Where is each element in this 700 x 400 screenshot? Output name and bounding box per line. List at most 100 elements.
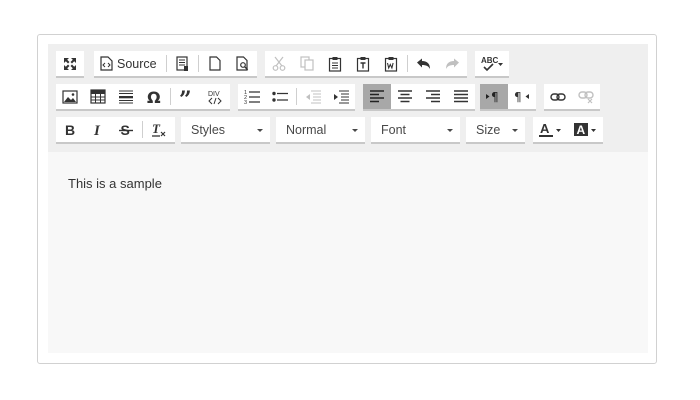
remove-format-button[interactable]: T bbox=[145, 117, 173, 142]
image-button[interactable] bbox=[56, 84, 84, 109]
align-center-button[interactable] bbox=[391, 84, 419, 109]
bold-icon: B bbox=[65, 123, 75, 137]
align-center-icon bbox=[398, 90, 412, 103]
source-button[interactable]: Source bbox=[94, 51, 164, 76]
ltr-button[interactable]: ¶ bbox=[480, 84, 508, 109]
align-right-icon bbox=[426, 90, 440, 103]
size-dropdown-label: Size bbox=[476, 122, 501, 137]
bulleted-list-button[interactable] bbox=[266, 84, 294, 109]
outdent-icon bbox=[306, 90, 321, 103]
align-left-button[interactable] bbox=[363, 84, 391, 109]
justify-button[interactable] bbox=[447, 84, 475, 109]
separator bbox=[165, 55, 167, 72]
cut-icon bbox=[272, 56, 286, 71]
svg-text:¶: ¶ bbox=[491, 90, 499, 103]
align-group bbox=[363, 84, 475, 111]
table-button[interactable] bbox=[84, 84, 112, 109]
rtl-icon: ¶ bbox=[514, 90, 529, 103]
paste-word-icon bbox=[384, 56, 398, 72]
numbered-list-icon: 1 2 3 bbox=[244, 90, 260, 104]
preview-icon bbox=[236, 56, 249, 71]
indent-button[interactable] bbox=[327, 84, 355, 109]
paste-icon bbox=[328, 56, 342, 72]
horizontal-line-icon bbox=[119, 90, 133, 103]
ltr-icon: ¶ bbox=[486, 90, 499, 103]
new-page-button[interactable] bbox=[201, 51, 229, 76]
separator bbox=[296, 88, 297, 105]
new-page-icon bbox=[209, 56, 221, 71]
div-button[interactable]: DIV bbox=[201, 84, 229, 109]
insert-group: Ω ” DIV bbox=[56, 84, 230, 111]
chevron-down-icon bbox=[257, 129, 263, 132]
separator bbox=[170, 88, 171, 105]
background-color-button[interactable]: A bbox=[568, 117, 603, 142]
special-char-button[interactable]: Ω bbox=[140, 84, 168, 109]
blockquote-icon: ” bbox=[179, 90, 192, 104]
format-dropdown-label: Normal bbox=[286, 122, 327, 137]
templates-icon bbox=[176, 55, 189, 71]
svg-text:T: T bbox=[152, 122, 161, 136]
text-color-button[interactable]: A bbox=[533, 117, 568, 142]
justify-icon bbox=[454, 90, 468, 103]
svg-text:¶: ¶ bbox=[514, 90, 522, 103]
align-right-button[interactable] bbox=[419, 84, 447, 109]
maximize-icon bbox=[64, 57, 76, 70]
font-dropdown-label: Font bbox=[381, 122, 407, 137]
svg-text:A: A bbox=[576, 123, 585, 137]
templates-button[interactable] bbox=[169, 51, 197, 76]
italic-button[interactable]: I bbox=[84, 117, 112, 142]
content-paragraph: This is a sample bbox=[68, 176, 162, 191]
svg-text:Ω: Ω bbox=[147, 89, 161, 105]
link-icon bbox=[550, 92, 566, 101]
blockquote-button[interactable]: ” bbox=[173, 84, 201, 109]
styles-dropdown[interactable]: Styles bbox=[181, 117, 270, 144]
unlink-button[interactable] bbox=[572, 84, 600, 109]
svg-text:I: I bbox=[93, 123, 101, 137]
indent-icon bbox=[334, 90, 349, 103]
format-dropdown[interactable]: Normal bbox=[276, 117, 365, 144]
tools-group bbox=[56, 51, 84, 78]
preview-button[interactable] bbox=[229, 51, 257, 76]
strikethrough-button[interactable]: S bbox=[112, 117, 140, 142]
copy-icon bbox=[300, 56, 314, 71]
undo-button[interactable] bbox=[410, 51, 438, 76]
svg-text:DIV: DIV bbox=[208, 91, 220, 98]
font-dropdown[interactable]: Font bbox=[371, 117, 460, 144]
paste-word-button[interactable] bbox=[377, 51, 405, 76]
document-group: Source bbox=[94, 51, 257, 78]
special-char-icon: Ω bbox=[147, 89, 161, 105]
numbered-list-button[interactable]: 1 2 3 bbox=[238, 84, 266, 109]
svg-text:ABC: ABC bbox=[481, 56, 499, 65]
link-group bbox=[544, 84, 600, 111]
cut-button[interactable] bbox=[265, 51, 293, 76]
separator bbox=[407, 55, 408, 72]
outdent-button[interactable] bbox=[299, 84, 327, 109]
spellcheck-group: ABC bbox=[475, 51, 509, 78]
toolbar: Source ABC Ω ” DIV 1 2 3 ¶ ¶ B I T Style… bbox=[48, 44, 648, 152]
bold-button[interactable]: B bbox=[56, 117, 84, 142]
maximize-button[interactable] bbox=[56, 51, 84, 76]
copy-button[interactable] bbox=[293, 51, 321, 76]
editor-content[interactable]: This is a sample bbox=[68, 176, 162, 191]
colors-group: A A bbox=[533, 117, 603, 144]
paste-text-icon bbox=[356, 56, 370, 72]
background-color-icon: A bbox=[573, 122, 596, 137]
svg-text:3: 3 bbox=[244, 100, 247, 104]
spellcheck-button[interactable]: ABC bbox=[475, 51, 509, 76]
basic-styles-group: B I S T bbox=[56, 117, 175, 144]
paste-button[interactable] bbox=[321, 51, 349, 76]
undo-icon bbox=[417, 58, 430, 69]
chevron-down-icon bbox=[447, 129, 453, 132]
rtl-button[interactable]: ¶ bbox=[508, 84, 536, 109]
separator bbox=[142, 121, 143, 138]
size-dropdown[interactable]: Size bbox=[466, 117, 525, 144]
chevron-down-icon bbox=[512, 129, 518, 132]
redo-button[interactable] bbox=[438, 51, 466, 76]
text-color-icon: A bbox=[538, 122, 561, 137]
horizontal-line-button[interactable] bbox=[112, 84, 140, 109]
link-button[interactable] bbox=[544, 84, 572, 109]
source-icon bbox=[100, 56, 113, 71]
italic-icon: I bbox=[93, 123, 101, 137]
table-icon bbox=[90, 89, 106, 104]
paste-text-button[interactable] bbox=[349, 51, 377, 76]
